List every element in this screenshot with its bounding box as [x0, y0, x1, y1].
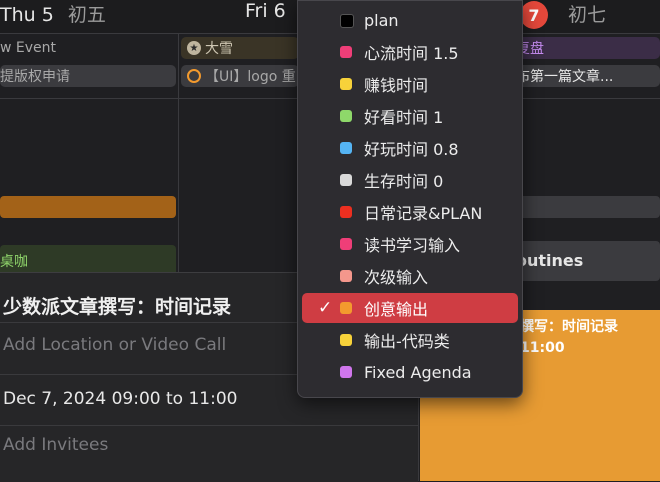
menu-item-calendar[interactable]: 日常记录&PLAN — [302, 197, 518, 227]
color-swatch-icon — [340, 366, 352, 378]
event-label: 桌咖 — [0, 254, 28, 270]
event-title-field[interactable]: 少数派文章撰写：时间记录 — [3, 292, 231, 319]
column-divider — [178, 33, 179, 272]
day-label: Thu 5 — [0, 4, 54, 26]
event-label: 提版权申请 — [0, 69, 70, 85]
event-label: outines — [516, 251, 584, 270]
color-swatch-icon — [340, 334, 352, 346]
grey-event-bar[interactable] — [512, 196, 660, 218]
menu-item-calendar[interactable]: 赚钱时间 — [302, 69, 518, 99]
checkmark-icon: ✓ — [318, 298, 333, 318]
day-header-fri[interactable]: Fri 6 — [245, 0, 286, 22]
event-time: 11:00 — [520, 340, 565, 356]
event-title: 撰写：时间记录 — [520, 319, 618, 335]
menu-item-label: 好玩时间 0.8 — [364, 140, 459, 159]
menu-item-label: 好看时间 1 — [364, 108, 444, 127]
menu-item-label: plan — [364, 10, 399, 30]
day-label: Fri 6 — [245, 0, 286, 22]
menu-item-calendar[interactable]: plan — [302, 5, 518, 35]
color-swatch-icon — [340, 302, 352, 314]
color-swatch-icon — [340, 14, 354, 28]
divider — [0, 425, 418, 426]
menu-item-calendar[interactable]: 生存时间 0 — [302, 165, 518, 195]
menu-item-label: 创意输出 — [364, 300, 429, 319]
menu-item-calendar[interactable]: 次级输入 — [302, 261, 518, 291]
day-header-thu[interactable]: Thu 5 初五 — [0, 0, 106, 27]
menu-item-calendar[interactable]: 好玩时间 0.8 — [302, 133, 518, 163]
menu-item-label: 读书学习输入 — [364, 236, 461, 255]
menu-item-label: 生存时间 0 — [364, 172, 444, 191]
routines-event[interactable]: outines — [512, 241, 660, 281]
color-swatch-icon — [340, 206, 352, 218]
menu-item-calendar[interactable]: 心流时间 1.5 — [302, 37, 518, 67]
menu-item-calendar[interactable]: 输出-代码类 — [302, 325, 518, 355]
allday-event-publish[interactable]: 布第一篇文章... — [512, 65, 660, 87]
color-swatch-icon — [340, 78, 352, 90]
color-swatch-icon — [340, 270, 352, 282]
menu-item-calendar[interactable]: 读书学习输入 — [302, 229, 518, 259]
allday-event-ui-logo[interactable]: 【UI】logo 重 — [181, 65, 299, 87]
date-time-field[interactable]: Dec 7, 2024 09:00 to 11:00 — [3, 389, 237, 409]
location-field[interactable]: Add Location or Video Call — [3, 335, 226, 355]
today-badge[interactable]: 7 — [520, 1, 548, 29]
event-label: 【UI】logo 重 — [205, 69, 296, 85]
invitees-field[interactable]: Add Invitees — [3, 435, 108, 455]
allday-event-copyright[interactable]: 提版权申请 — [0, 65, 176, 87]
event-label: w Event — [0, 40, 57, 56]
color-swatch-icon — [340, 142, 352, 154]
new-event-item[interactable]: w Event — [0, 37, 176, 59]
menu-item-calendar[interactable]: ✓ 创意输出 — [302, 293, 518, 323]
menu-item-label: 心流时间 1.5 — [364, 44, 459, 63]
menu-item-label: 赚钱时间 — [364, 76, 429, 95]
color-swatch-icon — [340, 174, 352, 186]
menu-item-label: 输出-代码类 — [364, 332, 450, 351]
star-icon: ★ — [187, 41, 201, 55]
color-swatch-icon — [340, 238, 352, 250]
orange-event-bar[interactable] — [0, 196, 176, 218]
color-swatch-icon — [340, 46, 352, 58]
event-label: 大雪 — [205, 41, 233, 57]
color-swatch-icon — [340, 110, 352, 122]
event-label: 布第一篇文章... — [516, 69, 614, 85]
task-circle-icon — [187, 69, 201, 83]
allday-event-daxue[interactable]: ★ 大雪 — [181, 37, 299, 59]
allday-event-review[interactable]: 复盘 — [512, 37, 660, 59]
lunar-label-sat: 初七 — [568, 4, 607, 26]
lunar-label: 初五 — [67, 4, 106, 26]
menu-item-label: 次级输入 — [364, 268, 429, 287]
menu-item-calendar[interactable]: 好看时间 1 — [302, 101, 518, 131]
menu-item-calendar[interactable]: Fixed Agenda — [302, 357, 518, 387]
coffee-event[interactable]: 桌咖 — [0, 245, 176, 273]
menu-item-label: Fixed Agenda — [364, 362, 472, 382]
calendar-picker-menu: plan 心流时间 1.5 赚钱时间好看时间 1 好玩时间 0.8 生存时间 0 日常记录… — [297, 0, 523, 398]
menu-item-label: 日常记录&PLAN — [364, 204, 483, 223]
